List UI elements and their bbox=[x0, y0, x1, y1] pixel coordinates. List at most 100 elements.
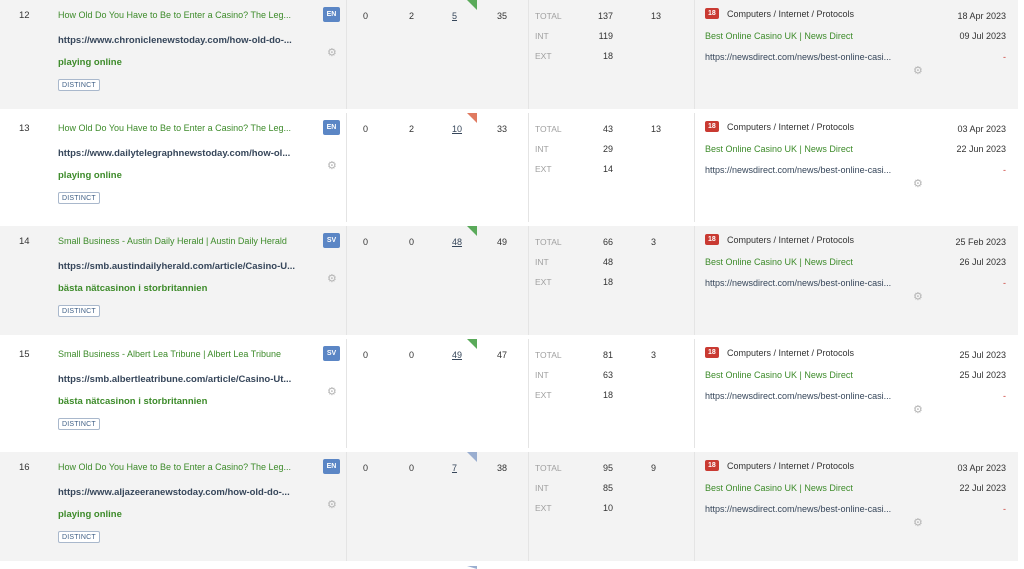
column-divider bbox=[694, 113, 695, 222]
ext-label: EXT bbox=[535, 503, 552, 513]
language-badge: EN bbox=[323, 459, 340, 474]
last-seen-date: 25 Jul 2023 bbox=[959, 370, 1006, 380]
category-path: Computers / Internet / Protocols bbox=[727, 348, 855, 358]
row-number: 12 bbox=[19, 10, 30, 21]
target-url-link[interactable]: https://newsdirect.com/news/best-online-… bbox=[705, 165, 915, 175]
metric-link[interactable]: 5 bbox=[452, 11, 457, 21]
table-row: 15 Small Business - Albert Lea Tribune |… bbox=[0, 339, 1018, 448]
source-page-title-link[interactable]: Small Business - Albert Lea Tribune | Al… bbox=[58, 349, 310, 359]
int-label: INT bbox=[535, 257, 549, 267]
column-divider bbox=[346, 226, 347, 335]
total-label: TOTAL bbox=[535, 237, 562, 247]
total-label: TOTAL bbox=[535, 11, 562, 21]
external-links-value: 18 bbox=[602, 51, 613, 61]
column-divider bbox=[694, 0, 695, 109]
language-badge: SV bbox=[323, 233, 340, 248]
metric-value: 0 bbox=[363, 463, 369, 473]
external-links-value: 18 bbox=[602, 390, 613, 400]
target-url-link[interactable]: https://newsdirect.com/news/best-online-… bbox=[705, 504, 915, 514]
row-number: 14 bbox=[19, 236, 30, 247]
source-page-title-link[interactable]: How Old Do You Have to Be to Enter a Cas… bbox=[58, 123, 310, 133]
lost-date: - bbox=[1003, 504, 1006, 514]
int-label: INT bbox=[535, 483, 549, 493]
column-divider bbox=[694, 226, 695, 335]
gear-icon[interactable]: ⚙ bbox=[913, 516, 923, 529]
gear-icon[interactable]: ⚙ bbox=[913, 403, 923, 416]
anchor-text: playing online bbox=[58, 509, 122, 520]
category-badge: 18 bbox=[705, 8, 719, 19]
distinct-tag: DISTINCT bbox=[58, 305, 100, 317]
target-page-title-link[interactable]: Best Online Casino UK | News Direct bbox=[705, 144, 853, 154]
table-row: 12 How Old Do You Have to Be to Enter a … bbox=[0, 0, 1018, 109]
lost-date: - bbox=[1003, 278, 1006, 288]
int-label: INT bbox=[535, 370, 549, 380]
column-divider bbox=[694, 339, 695, 448]
table-row: 16 How Old Do You Have to Be to Enter a … bbox=[0, 452, 1018, 561]
target-page-title-link[interactable]: Best Online Casino UK | News Direct bbox=[705, 483, 853, 493]
first-seen-date: 25 Jul 2023 bbox=[959, 350, 1006, 360]
gear-icon[interactable]: ⚙ bbox=[913, 64, 923, 77]
first-seen-date: 03 Apr 2023 bbox=[957, 124, 1006, 134]
category-path: Computers / Internet / Protocols bbox=[727, 122, 855, 132]
column-divider bbox=[346, 0, 347, 109]
gear-icon[interactable]: ⚙ bbox=[327, 385, 337, 398]
metric-link[interactable]: 48 bbox=[452, 237, 462, 247]
gear-icon[interactable]: ⚙ bbox=[913, 177, 923, 190]
gear-icon[interactable]: ⚙ bbox=[327, 272, 337, 285]
last-seen-date: 22 Jul 2023 bbox=[959, 483, 1006, 493]
ext-label: EXT bbox=[535, 164, 552, 174]
int-label: INT bbox=[535, 144, 549, 154]
row-number: 13 bbox=[19, 123, 30, 134]
metric-value: 0 bbox=[409, 237, 415, 247]
category-badge: 18 bbox=[705, 234, 719, 245]
column-divider bbox=[346, 113, 347, 222]
external-links-value: 14 bbox=[602, 164, 613, 174]
category-path: Computers / Internet / Protocols bbox=[727, 235, 855, 245]
gear-icon[interactable]: ⚙ bbox=[327, 46, 337, 59]
column-divider bbox=[528, 113, 529, 222]
ext-label: EXT bbox=[535, 51, 552, 61]
int-label: INT bbox=[535, 31, 549, 41]
gear-icon[interactable]: ⚙ bbox=[913, 290, 923, 303]
target-url-link[interactable]: https://newsdirect.com/news/best-online-… bbox=[705, 52, 915, 62]
gear-icon[interactable]: ⚙ bbox=[327, 159, 337, 172]
source-page-title-link[interactable]: Small Business - Austin Daily Herald | A… bbox=[58, 236, 310, 246]
column-divider bbox=[528, 226, 529, 335]
gear-icon[interactable]: ⚙ bbox=[327, 498, 337, 511]
internal-links-value: 63 bbox=[602, 370, 613, 380]
distinct-tag: DISTINCT bbox=[58, 79, 100, 91]
metric-value: 49 bbox=[497, 237, 508, 247]
last-seen-date: 09 Jul 2023 bbox=[959, 31, 1006, 41]
target-page-title-link[interactable]: Best Online Casino UK | News Direct bbox=[705, 257, 853, 267]
metric-link[interactable]: 10 bbox=[452, 124, 462, 134]
target-url-link[interactable]: https://newsdirect.com/news/best-online-… bbox=[705, 391, 915, 401]
source-page-title-link[interactable]: How Old Do You Have to Be to Enter a Cas… bbox=[58, 462, 310, 472]
source-url-link[interactable]: https://www.aljazeeranewstoday.com/how-o… bbox=[58, 487, 326, 498]
category-badge: 18 bbox=[705, 347, 719, 358]
metric-link[interactable]: 49 bbox=[452, 350, 462, 360]
lost-date: - bbox=[1003, 52, 1006, 62]
source-url-link[interactable]: https://smb.austindailyherald.com/articl… bbox=[58, 261, 326, 272]
metric-value: 0 bbox=[363, 350, 369, 360]
metric-link[interactable]: 7 bbox=[452, 463, 457, 473]
total-links-value: 137 bbox=[597, 11, 613, 21]
metric-value: 38 bbox=[497, 463, 508, 473]
target-page-title-link[interactable]: Best Online Casino UK | News Direct bbox=[705, 370, 853, 380]
column-divider bbox=[346, 452, 347, 561]
metric-value: 2 bbox=[409, 11, 415, 21]
category-path: Computers / Internet / Protocols bbox=[727, 9, 855, 19]
ext-label: EXT bbox=[535, 277, 552, 287]
target-page-title-link[interactable]: Best Online Casino UK | News Direct bbox=[705, 31, 853, 41]
external-links-value: 18 bbox=[602, 277, 613, 287]
column-divider bbox=[694, 452, 695, 561]
table-row: 13 How Old Do You Have to Be to Enter a … bbox=[0, 113, 1018, 222]
referring-domains-value: 13 bbox=[651, 124, 662, 134]
source-page-title-link[interactable]: How Old Do You Have to Be to Enter a Cas… bbox=[58, 10, 310, 20]
row-marker bbox=[467, 339, 477, 349]
distinct-tag: DISTINCT bbox=[58, 192, 100, 204]
external-links-value: 10 bbox=[602, 503, 613, 513]
source-url-link[interactable]: https://www.dailytelegraphnewstoday.com/… bbox=[58, 148, 326, 159]
target-url-link[interactable]: https://newsdirect.com/news/best-online-… bbox=[705, 278, 915, 288]
source-url-link[interactable]: https://smb.albertleatribune.com/article… bbox=[58, 374, 326, 385]
source-url-link[interactable]: https://www.chroniclenewstoday.com/how-o… bbox=[58, 35, 326, 46]
